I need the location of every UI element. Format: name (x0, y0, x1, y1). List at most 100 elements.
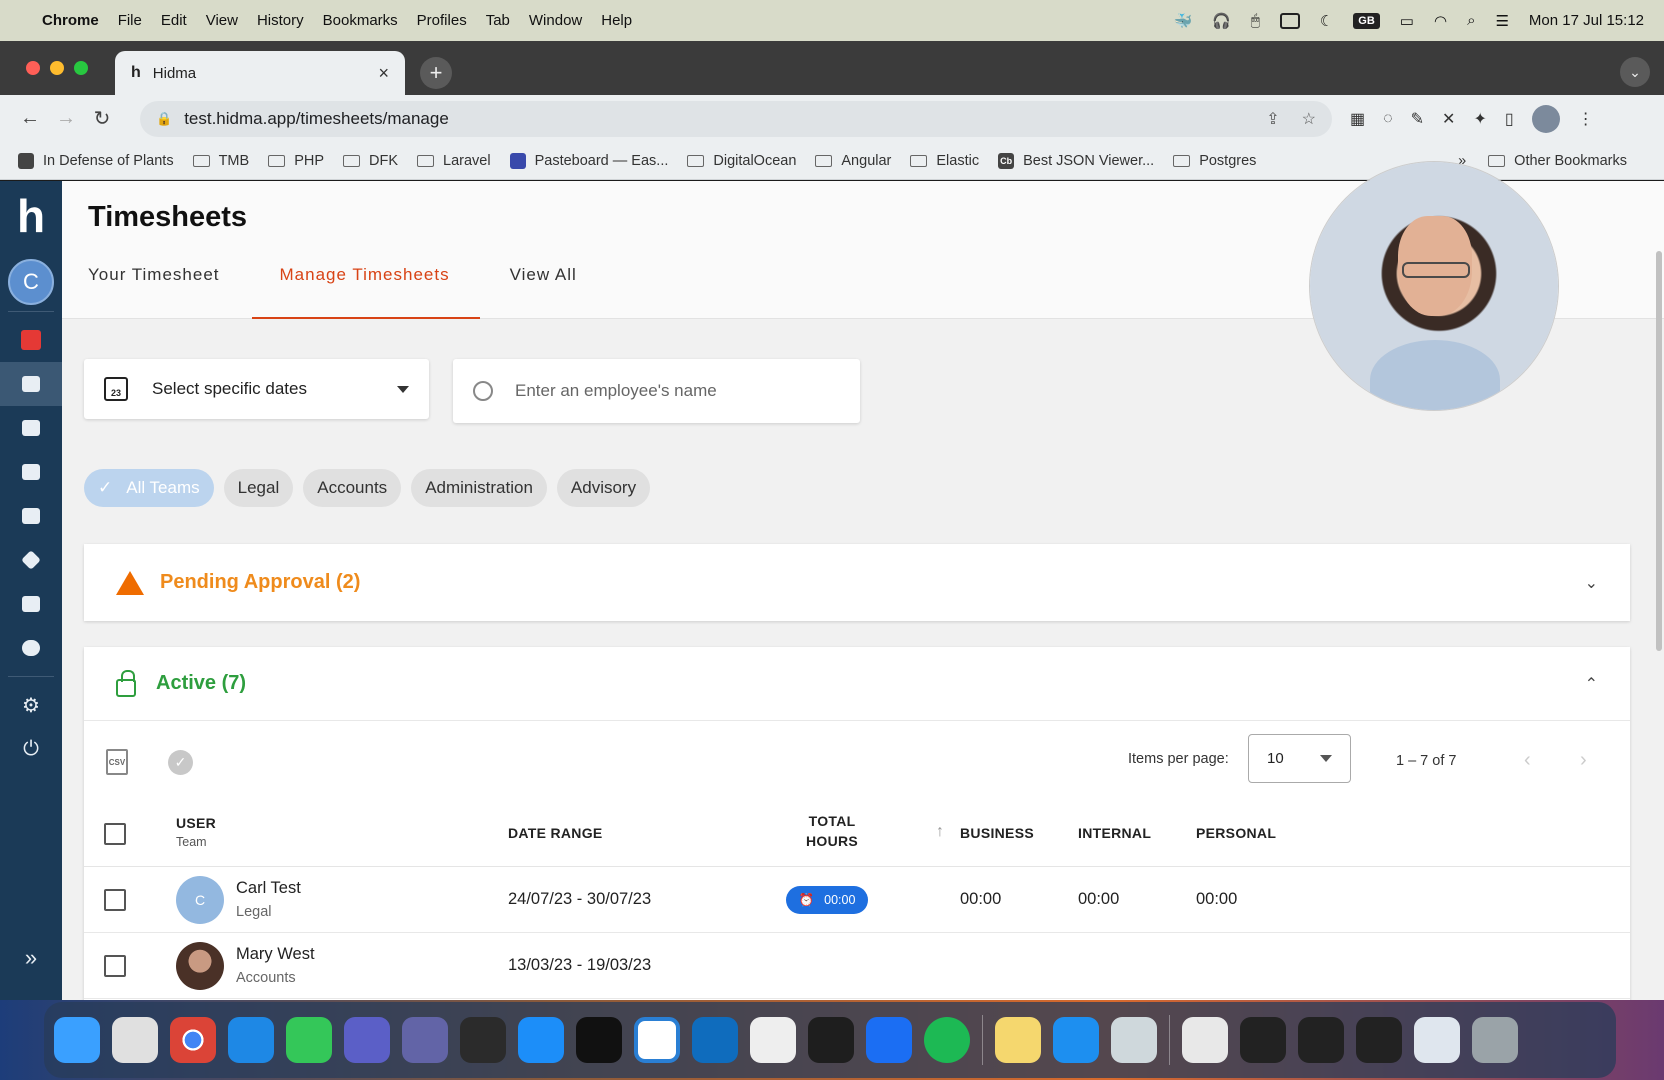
bookmark-folder[interactable]: PHP (268, 153, 324, 169)
chip-administration[interactable]: Administration (411, 469, 547, 507)
bookmark-folder[interactable]: TMB (192, 153, 249, 169)
docker-icon[interactable] (1053, 1017, 1099, 1063)
webstorm-icon[interactable] (866, 1017, 912, 1063)
minimized-window-icon[interactable] (1356, 1017, 1402, 1063)
items-per-page-select[interactable]: 10 (1248, 734, 1351, 783)
chrome-app-icon[interactable] (170, 1017, 216, 1063)
preview-icon[interactable] (1111, 1017, 1157, 1063)
column-user[interactable]: USER Team (176, 815, 216, 849)
bookmark-item[interactable]: Cb Best JSON Viewer... (998, 152, 1154, 169)
menu-help[interactable]: Help (601, 12, 632, 29)
reload-icon[interactable]: ↻ (88, 106, 116, 131)
outlook-icon[interactable] (692, 1017, 738, 1063)
menu-tab[interactable]: Tab (486, 12, 510, 29)
tableplus-icon[interactable] (750, 1017, 796, 1063)
figma-icon[interactable] (808, 1017, 854, 1063)
menu-edit[interactable]: Edit (161, 12, 187, 29)
trash-icon[interactable] (1472, 1017, 1518, 1063)
downloads-icon[interactable] (1182, 1017, 1228, 1063)
minimized-window-icon[interactable] (1240, 1017, 1286, 1063)
select-all-checkbox[interactable] (104, 823, 126, 845)
chevron-up-icon[interactable]: ⌃ (1585, 674, 1598, 694)
safari-icon[interactable] (228, 1017, 274, 1063)
rail-item-clipboard[interactable] (0, 450, 62, 494)
teams-classic-icon[interactable] (402, 1017, 448, 1063)
facetime-icon[interactable] (286, 1017, 332, 1063)
employee-search[interactable] (453, 359, 860, 423)
column-personal[interactable]: PERSONAL (1196, 825, 1276, 841)
date-range-select[interactable]: 23 Select specific dates (84, 359, 429, 419)
mouse-tray-icon[interactable]: 🖱 (1251, 12, 1260, 29)
next-page-icon[interactable]: › (1580, 749, 1587, 772)
menu-view[interactable]: View (206, 12, 238, 29)
rail-item-clipboard-check[interactable] (0, 494, 62, 538)
spotlight-icon[interactable]: ⌕ (1467, 12, 1475, 29)
extension-keyboard-icon[interactable]: ▦ (1350, 109, 1365, 129)
tab-your-timesheet[interactable]: Your Timesheet (88, 261, 250, 319)
menu-profiles[interactable]: Profiles (417, 12, 467, 29)
screen-tray-icon[interactable] (1279, 12, 1300, 29)
new-tab-button[interactable]: + (420, 57, 452, 89)
address-bar[interactable]: 🔒 test.hidma.app/timesheets/manage ⇪ ☆ (140, 100, 1332, 137)
bookmark-star-icon[interactable]: ☆ (1302, 109, 1316, 129)
close-window-button[interactable] (26, 61, 40, 75)
docker-tray-icon[interactable]: 🐳 (1173, 12, 1192, 30)
rail-item-logout[interactable]: ⏻ (0, 727, 62, 771)
bookmark-folder[interactable]: Postgres (1173, 153, 1256, 169)
extension-tools-icon[interactable]: ✕ (1442, 109, 1455, 129)
menu-file[interactable]: File (118, 12, 142, 29)
row-checkbox[interactable] (104, 889, 126, 911)
zoom-window-button[interactable] (74, 61, 88, 75)
column-date-range[interactable]: DATE RANGE (508, 825, 603, 841)
chevron-down-icon[interactable]: ⌄ (1585, 573, 1598, 593)
finder-icon[interactable] (54, 1017, 100, 1063)
column-internal[interactable]: INTERNAL (1078, 825, 1151, 841)
rail-item-reports[interactable] (0, 582, 62, 626)
column-total-hours[interactable]: TOTAL HOURS (806, 811, 858, 851)
active-panel-header[interactable]: Active (7) ⌃ (84, 647, 1630, 721)
menu-bookmarks[interactable]: Bookmarks (323, 12, 398, 29)
extension-spinner-icon[interactable]: ◌ (1383, 110, 1393, 128)
rail-item-tags[interactable] (0, 538, 62, 582)
rail-item-team[interactable] (0, 626, 62, 670)
moon-tray-icon[interactable]: ☾ (1320, 12, 1333, 30)
tab-manage-timesheets[interactable]: Manage Timesheets (251, 261, 480, 319)
other-bookmarks-folder[interactable]: Other Bookmarks (1488, 153, 1627, 169)
bookmark-item[interactable]: Pasteboard — Eas... (509, 152, 668, 169)
control-center-icon[interactable]: ☰ (1495, 12, 1508, 30)
minimized-window-icon[interactable] (1298, 1017, 1344, 1063)
side-panel-icon[interactable]: ▯ (1505, 109, 1514, 129)
minimized-window-icon[interactable] (1414, 1017, 1460, 1063)
column-business[interactable]: BUSINESS (960, 825, 1034, 841)
launchpad-icon[interactable] (112, 1017, 158, 1063)
menu-history[interactable]: History (257, 12, 304, 29)
chatgpt-icon[interactable] (460, 1017, 506, 1063)
chip-legal[interactable]: Legal (223, 469, 294, 507)
rail-item-timesheets[interactable] (0, 362, 62, 406)
sort-ascending-icon[interactable]: ↑ (936, 823, 944, 841)
approve-selected-icon[interactable]: ✓ (168, 750, 193, 775)
csv-export-icon[interactable]: CSV (106, 749, 128, 775)
previous-page-icon[interactable]: ‹ (1524, 749, 1531, 772)
total-hours-badge[interactable]: ⏰ 00:00 (786, 886, 868, 914)
tab-search-button[interactable]: ⌄ (1620, 57, 1650, 87)
chip-advisory[interactable]: Advisory (556, 469, 651, 507)
bookmark-item[interactable]: In Defense of Plants (18, 152, 174, 169)
notes-icon[interactable] (995, 1017, 1041, 1063)
bookmark-folder[interactable]: Laravel (417, 153, 491, 169)
chip-all-teams[interactable]: ✓ All Teams (84, 469, 214, 507)
vscode-icon[interactable] (634, 1017, 680, 1063)
extensions-puzzle-icon[interactable]: ✦ (1473, 109, 1486, 129)
spotify-icon[interactable] (924, 1017, 970, 1063)
bookmark-folder[interactable]: Angular (815, 153, 891, 169)
row-checkbox[interactable] (104, 955, 126, 977)
rail-item-people-clock[interactable] (0, 406, 62, 450)
menu-clock[interactable]: Mon 17 Jul 15:12 (1529, 12, 1644, 29)
bookmark-folder[interactable]: DFK (343, 153, 398, 169)
table-row[interactable]: Mary West Accounts 13/03/23 - 19/03/23 (84, 933, 1630, 999)
profile-avatar[interactable] (1531, 104, 1560, 133)
user-avatar[interactable]: C (8, 259, 54, 305)
page-scrollbar[interactable] (1656, 251, 1662, 651)
back-icon[interactable]: ← (16, 107, 44, 130)
employee-search-input[interactable] (515, 381, 835, 401)
